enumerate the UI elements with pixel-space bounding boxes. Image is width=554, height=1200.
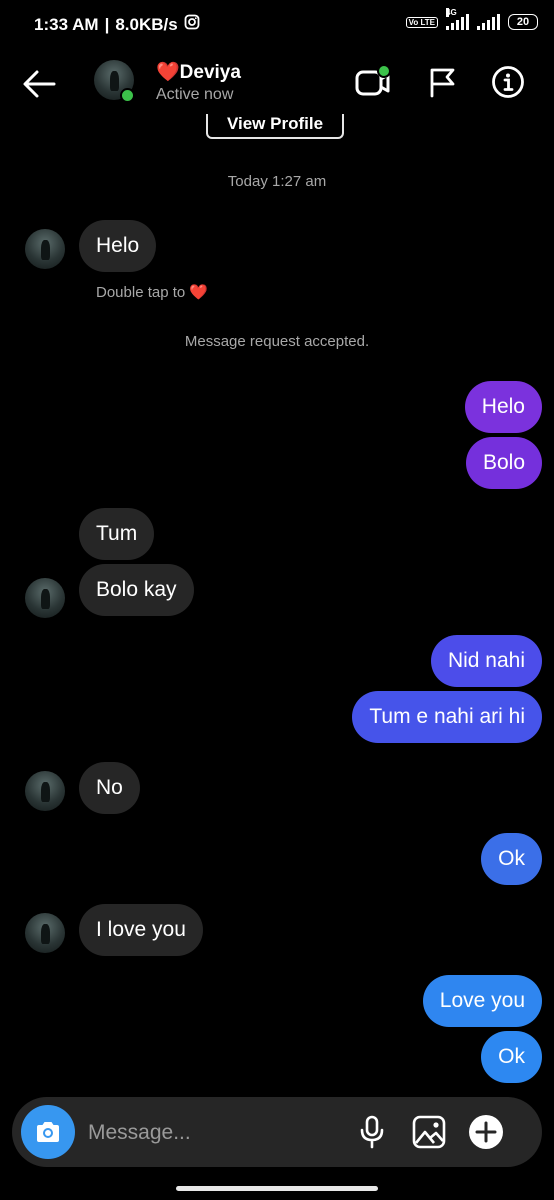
incoming-message[interactable]: No [79,762,140,814]
instagram-icon [184,14,200,35]
gallery-icon[interactable] [410,1113,448,1151]
flag-icon[interactable] [424,64,460,100]
volte-badge: Vo LTE [405,16,438,28]
signal-4g-icon: 4G [446,8,469,30]
battery-icon: 20 [508,14,538,30]
camera-icon[interactable] [21,1105,75,1159]
outgoing-message[interactable]: Love you [422,975,542,1027]
conversation-timestamp: Today 1:27 am [227,173,327,190]
sender-avatar[interactable] [25,913,65,953]
info-icon[interactable] [490,64,526,100]
incoming-message[interactable]: Helo [79,220,157,272]
status-left: 1:33 AM | 8.0KB/s [34,14,200,35]
signal-icon [477,14,500,30]
contact-status: Active now [156,86,234,103]
incoming-message[interactable]: Tum [79,508,155,560]
home-indicator [176,1186,378,1191]
message-input[interactable] [86,1113,340,1153]
status-separator: | [104,14,110,34]
outgoing-message[interactable]: Nid nahi [430,635,542,687]
incoming-message[interactable]: I love you [79,904,203,956]
sender-avatar[interactable] [25,229,65,269]
message-request-note: Message request accepted. [184,333,370,350]
clock: 1:33 AM [34,14,99,34]
back-arrow-icon[interactable] [20,64,60,104]
online-indicator [120,88,135,103]
microphone-icon[interactable] [353,1113,391,1151]
status-right: Vo LTE 4G 20 [405,8,538,30]
outgoing-message[interactable]: Helo [464,381,542,433]
sender-avatar[interactable] [25,771,65,811]
chat-header: ❤️Deviya Active now [0,52,554,114]
message-composer [12,1097,542,1167]
outgoing-message[interactable]: Ok [481,1031,542,1083]
outgoing-message[interactable]: Tum e nahi ari hi [352,691,542,743]
battery-level: 20 [516,16,530,28]
contact-name[interactable]: ❤️Deviya [156,60,241,84]
incoming-message[interactable]: Bolo kay [79,564,194,616]
double-tap-hint: Double tap to ❤️ [96,284,209,301]
outgoing-message[interactable]: Bolo [465,437,542,489]
add-icon[interactable] [467,1113,505,1151]
network-type: 4G [446,8,457,17]
status-bar: 1:33 AM | 8.0KB/s Vo LTE 4G 20 [0,0,554,52]
outgoing-message[interactable]: Ok [481,833,542,885]
video-call-icon[interactable] [355,64,391,100]
network-speed: 8.0KB/s [115,14,178,34]
sender-avatar[interactable] [25,578,65,618]
